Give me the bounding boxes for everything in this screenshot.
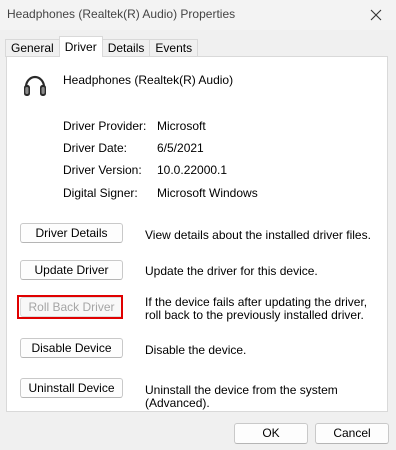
tab-driver[interactable]: Driver (58, 36, 103, 57)
driver-provider-label: Driver Provider: (63, 119, 147, 133)
update-driver-description: Update the driver for this device. (145, 264, 318, 278)
tab-strip: General Driver Details Events (5, 36, 199, 57)
tab-details[interactable]: Details (101, 39, 151, 57)
headphones-icon (24, 75, 46, 96)
disable-device-button[interactable]: Disable Device (20, 338, 123, 358)
driver-version-value: 10.0.22000.1 (157, 163, 228, 177)
close-icon (370, 9, 382, 21)
driver-version-label: Driver Version: (63, 163, 142, 177)
uninstall-device-description: Uninstall the device from the system (Ad… (145, 383, 338, 410)
tab-general[interactable]: General (5, 39, 60, 57)
device-name: Headphones (Realtek(R) Audio) (63, 73, 234, 87)
close-button[interactable] (362, 4, 390, 26)
driver-details-button[interactable]: Driver Details (20, 223, 123, 243)
cancel-button[interactable]: Cancel (315, 423, 389, 444)
ok-button[interactable]: OK (234, 423, 308, 444)
update-driver-button[interactable]: Update Driver (20, 260, 123, 280)
driver-date-label: Driver Date: (63, 141, 128, 155)
digital-signer-label: Digital Signer: (63, 186, 138, 200)
driver-details-description: View details about the installed driver … (145, 228, 371, 242)
driver-provider-value: Microsoft (157, 119, 206, 133)
driver-panel: Headphones (Realtek(R) Audio) Driver Pro… (6, 56, 388, 412)
roll-back-driver-description: If the device fails after updating the d… (145, 295, 368, 322)
title-bar: Headphones (Realtek(R) Audio) Properties (0, 0, 396, 30)
digital-signer-value: Microsoft Windows (157, 186, 258, 200)
window-title: Headphones (Realtek(R) Audio) Properties (7, 7, 236, 21)
tab-events[interactable]: Events (149, 39, 199, 57)
driver-date-value: 6/5/2021 (157, 141, 204, 155)
disable-device-description: Disable the device. (145, 343, 247, 357)
uninstall-device-button[interactable]: Uninstall Device (20, 378, 123, 398)
roll-back-highlight (17, 295, 123, 319)
